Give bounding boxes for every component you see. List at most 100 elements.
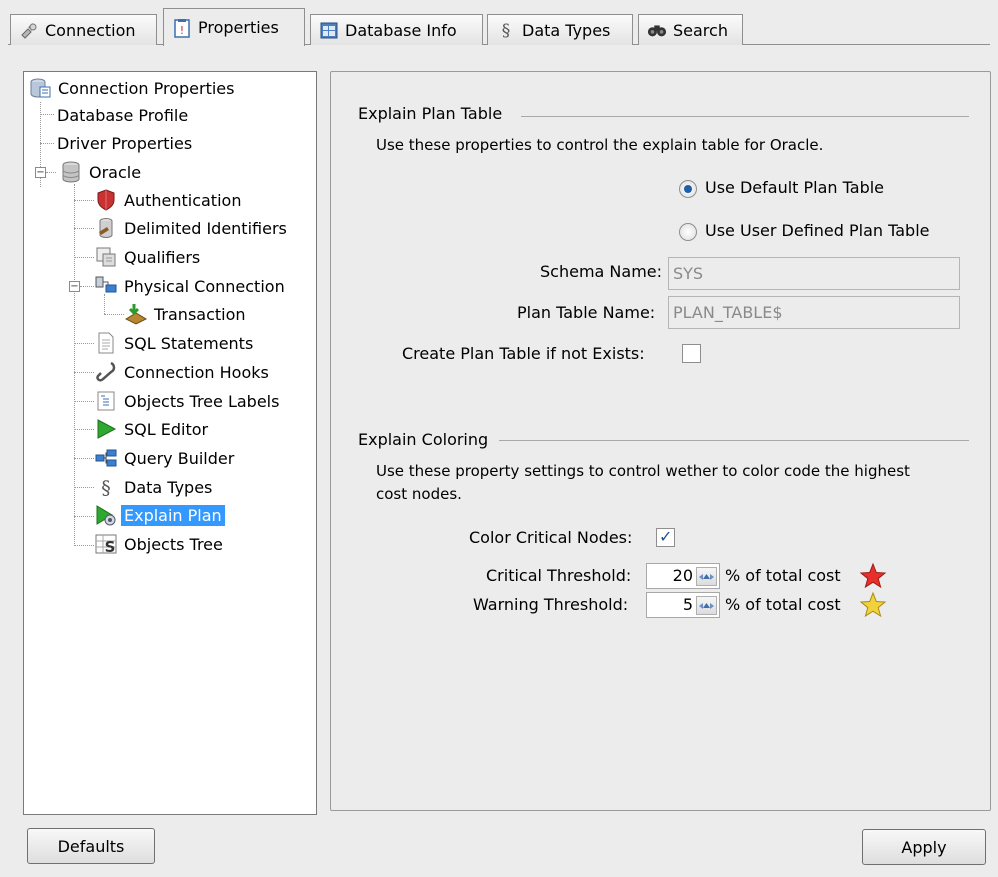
collapse-toggle[interactable]: −	[69, 281, 80, 292]
explain-plan-table-description: Use these properties to control the expl…	[376, 136, 824, 154]
delimited-identifiers-icon	[94, 216, 118, 240]
tab-label: Search	[673, 20, 728, 40]
binoculars-icon	[647, 20, 667, 40]
tree-guide	[74, 545, 94, 546]
plug-icon	[19, 20, 39, 40]
section-title-explain-coloring: Explain Coloring	[358, 430, 489, 449]
shield-icon	[94, 188, 118, 212]
section-divider	[521, 116, 969, 117]
database-info-icon	[319, 20, 339, 40]
qualifiers-icon	[94, 245, 118, 269]
tree-item-label: Connection Properties	[58, 78, 235, 98]
tree-item-query-builder[interactable]: Query Builder	[94, 445, 237, 471]
tree-guide	[74, 200, 94, 201]
use-user-defined-plan-table-label[interactable]: Use User Defined Plan Table	[705, 221, 930, 240]
svg-text:§: §	[502, 21, 511, 40]
explain-coloring-description-line1: Use these property settings to control w…	[376, 462, 910, 480]
tree-item-label: Database Profile	[57, 105, 189, 125]
color-critical-nodes-label: Color Critical Nodes:	[469, 528, 633, 547]
tree-item-label: Oracle	[89, 162, 142, 182]
play-icon	[94, 417, 118, 441]
tree-item-driver-properties[interactable]: Driver Properties	[54, 130, 195, 156]
tree-item-label: Explain Plan	[121, 504, 225, 526]
data-types-icon: §	[94, 475, 118, 499]
svg-text:§: §	[101, 477, 111, 498]
warning-threshold-suffix: % of total cost	[725, 595, 841, 614]
spinner-arrows-icon[interactable]	[696, 596, 717, 615]
critical-threshold-label: Critical Threshold:	[486, 566, 632, 585]
tree-item-database-profile[interactable]: Database Profile	[54, 102, 191, 128]
tree-guide	[74, 228, 94, 229]
warning-threshold-spinner[interactable]: 5	[646, 592, 720, 618]
tab-search[interactable]: Search	[638, 14, 743, 45]
tree-guide	[74, 184, 75, 546]
tab-connection[interactable]: Connection	[10, 14, 157, 45]
tree-item-label: Connection Hooks	[124, 362, 269, 382]
spinner-arrows-icon[interactable]	[696, 567, 717, 586]
tree-item-label: Transaction	[154, 304, 246, 324]
tree-item-label: Data Types	[124, 477, 213, 497]
schema-name-label: Schema Name:	[540, 262, 663, 281]
tree-item-physical-connection[interactable]: Physical Connection	[94, 273, 288, 299]
apply-button[interactable]: Apply	[862, 829, 986, 865]
warning-threshold-value: 5	[682, 595, 693, 614]
checkmark-icon: ✓	[659, 527, 673, 546]
tree-item-objects-tree[interactable]: S Objects Tree	[94, 531, 226, 557]
tree-item-sql-editor[interactable]: SQL Editor	[94, 416, 211, 442]
tree-item-objects-tree-labels[interactable]: Objects Tree Labels	[94, 388, 282, 414]
tree-item-explain-plan[interactable]: Explain Plan	[94, 502, 225, 528]
svg-text:S: S	[105, 538, 116, 555]
properties-tree[interactable]: − − Connection Properties Database Profi…	[23, 71, 317, 815]
query-builder-icon	[94, 446, 118, 470]
tree-guide	[74, 372, 94, 373]
warning-threshold-label: Warning Threshold:	[473, 595, 629, 614]
objects-tree-icon: S	[94, 532, 118, 556]
tree-item-authentication[interactable]: Authentication	[94, 187, 244, 213]
tree-labels-icon	[94, 389, 118, 413]
tree-item-data-types[interactable]: § Data Types	[94, 474, 215, 500]
network-icon	[94, 274, 118, 298]
tree-item-delimited-identifiers[interactable]: Delimited Identifiers	[94, 215, 290, 241]
tree-item-oracle[interactable]: Oracle	[59, 159, 144, 185]
tab-data-types[interactable]: § Data Types	[487, 14, 633, 45]
collapse-toggle[interactable]: −	[35, 167, 46, 178]
connection-properties-icon	[28, 76, 52, 100]
defaults-button[interactable]: Defaults	[27, 828, 155, 864]
tree-guide	[40, 114, 54, 115]
tree-guide	[104, 314, 124, 315]
use-default-plan-table-radio[interactable]	[679, 180, 697, 198]
tab-label: Connection	[45, 20, 136, 40]
tab-database-info[interactable]: Database Info	[310, 14, 483, 45]
tree-item-label: Query Builder	[124, 448, 235, 468]
tree-item-connection-hooks[interactable]: Connection Hooks	[94, 359, 272, 385]
tree-item-label: Objects Tree	[124, 534, 223, 554]
tree-item-connection-properties[interactable]: Connection Properties	[28, 75, 237, 101]
color-critical-nodes-checkbox[interactable]: ✓	[656, 527, 675, 547]
create-plan-table-checkbox[interactable]	[682, 344, 701, 363]
use-user-defined-plan-table-radio[interactable]	[679, 223, 697, 241]
tab-label: Properties	[198, 18, 279, 37]
tree-item-sql-statements[interactable]: SQL Statements	[94, 330, 256, 356]
tree-item-label: SQL Statements	[124, 333, 254, 353]
section-divider	[499, 440, 969, 441]
tree-item-label: Authentication	[124, 190, 242, 210]
tree-guide	[74, 343, 94, 344]
tree-item-transaction[interactable]: Transaction	[124, 301, 249, 327]
critical-threshold-spinner[interactable]: 20	[646, 563, 720, 589]
critical-threshold-value: 20	[672, 566, 693, 585]
tree-item-qualifiers[interactable]: Qualifiers	[94, 244, 203, 270]
create-plan-table-label: Create Plan Table if not Exists:	[402, 344, 645, 363]
use-default-plan-table-label[interactable]: Use Default Plan Table	[705, 178, 884, 197]
hook-icon	[94, 360, 118, 384]
plan-table-name-label: Plan Table Name:	[517, 303, 656, 322]
red-star-icon	[859, 562, 887, 594]
tree-guide	[74, 516, 94, 517]
plan-table-name-field[interactable]: PLAN_TABLE$	[668, 296, 960, 329]
tab-label: Database Info	[345, 20, 457, 40]
tree-item-label: SQL Editor	[124, 419, 209, 439]
tab-bar: Connection ! Properties Database Info § …	[0, 0, 998, 46]
tree-item-label: Qualifiers	[124, 247, 201, 267]
tree-item-label: Delimited Identifiers	[124, 218, 287, 238]
tab-properties[interactable]: ! Properties	[163, 8, 305, 46]
schema-name-field[interactable]: SYS	[668, 257, 960, 290]
